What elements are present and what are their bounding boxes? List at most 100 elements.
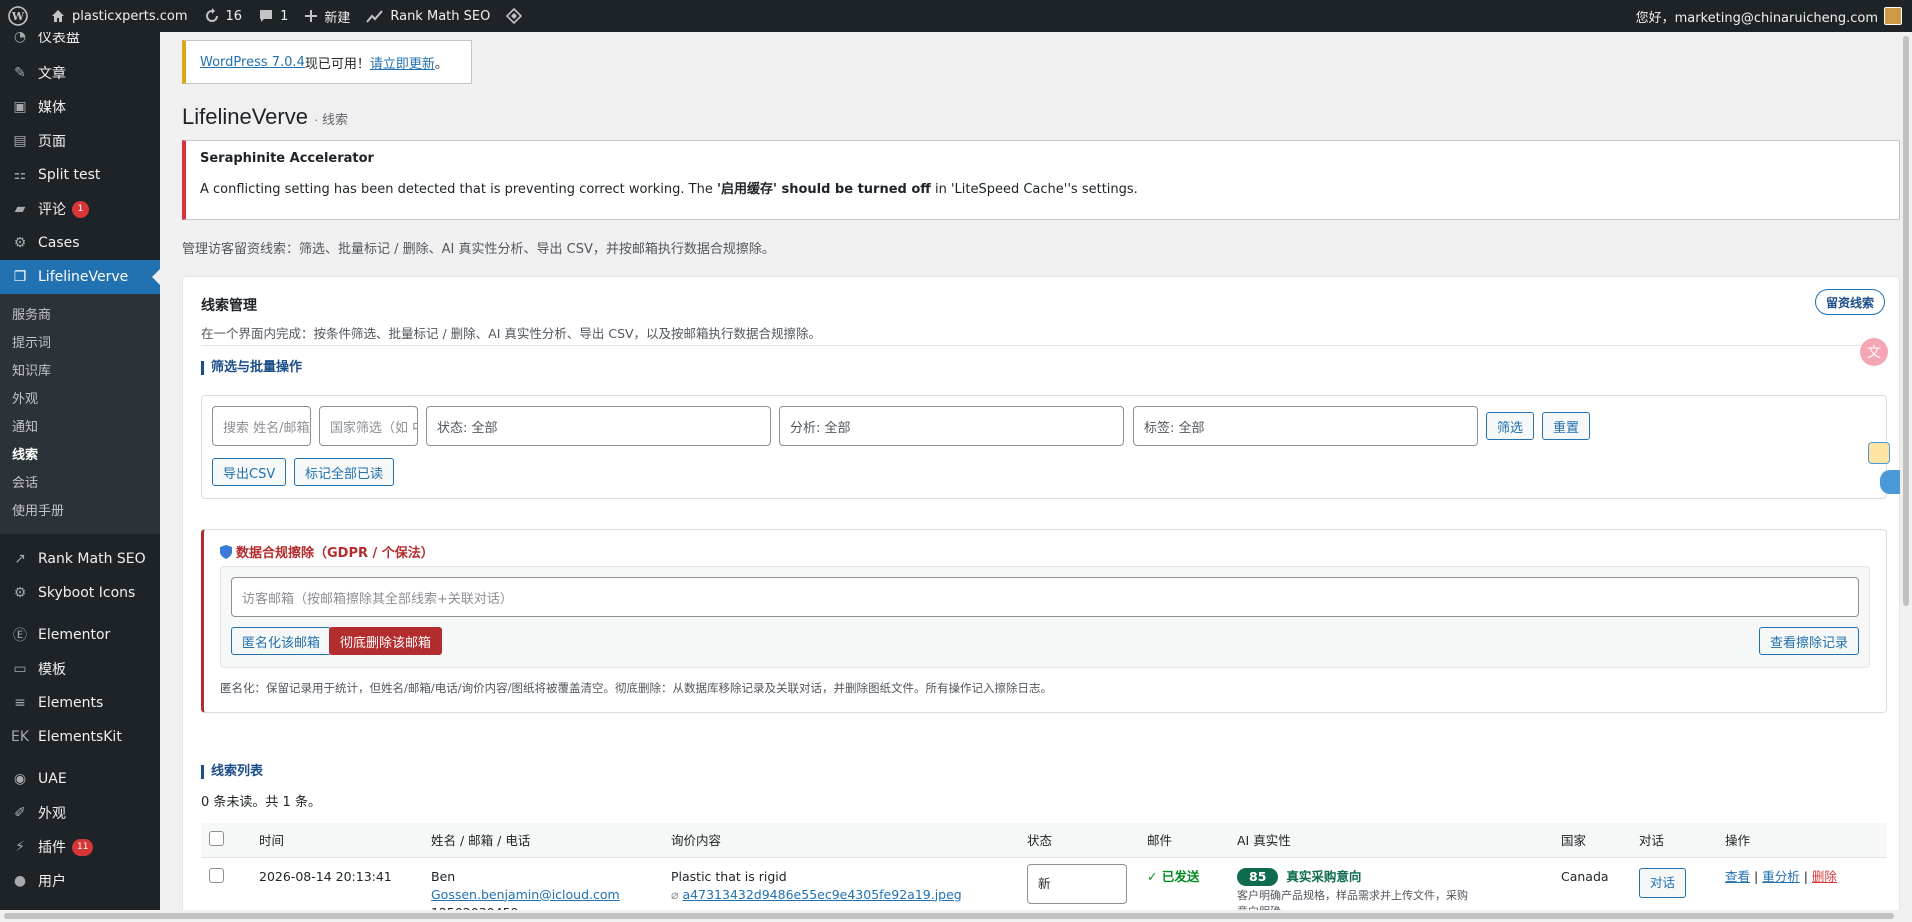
sidebar-item-lifelineverve[interactable]: ❐ LifelineVerve <box>0 260 160 294</box>
update-now-link[interactable]: 请立即更新 <box>370 53 435 72</box>
col-country: 国家 <box>1553 823 1631 858</box>
site-name-label: plasticxperts.com <box>72 8 188 24</box>
sidebar-item-label: Skyboot Icons <box>38 585 136 601</box>
sidebar-item-cases[interactable]: ⚙ Cases <box>0 226 160 260</box>
translate-icon[interactable]: 文 <box>1860 338 1888 366</box>
submenu-item-notifications[interactable]: 通知 <box>0 414 160 442</box>
erasure-log-button[interactable]: 查看擦除记录 <box>1758 627 1859 655</box>
gdpr-title-text: 数据合规擦除（GDPR / 个保法） <box>236 546 434 561</box>
wordpress-version-link[interactable]: WordPress 7.0.4 <box>200 55 305 70</box>
plus-icon <box>305 10 318 22</box>
reset-button[interactable]: 重置 <box>1542 412 1590 440</box>
export-csv-button[interactable]: 导出CSV <box>212 458 287 486</box>
rank-math-icon: ↗ <box>14 551 26 567</box>
sidebar-item-media[interactable]: ▣ 媒体 <box>0 90 160 124</box>
analysis-select[interactable]: 分析: 全部 <box>779 406 1124 446</box>
view-link[interactable]: 查看 <box>1725 869 1750 884</box>
submenu-item-providers[interactable]: 服务商 <box>0 302 160 330</box>
gdpr-email-input[interactable]: 访客邮箱（按邮箱擦除其全部线索+关联对话） <box>231 577 1859 617</box>
account-menu[interactable]: 您好，marketing@chinaruicheng.com <box>1636 7 1912 26</box>
row-attachment[interactable]: ⌀ a47313432d9486e55ec9e4305fe92a19.jpeg <box>671 886 1011 904</box>
gdpr-form: 访客邮箱（按邮箱擦除其全部线索+关联对话） 匿名化该邮箱 彻底删除该邮箱 查看擦… <box>220 566 1870 668</box>
page-icon: ▤ <box>13 133 27 149</box>
tag-select[interactable]: 标签: 全部 <box>1133 406 1478 446</box>
rank-math-icon <box>366 10 384 23</box>
diamond-menu[interactable] <box>498 0 536 32</box>
sidebar-item-users[interactable]: ● 用户 <box>0 864 160 898</box>
sidebar-item-label: Rank Math SEO <box>38 551 146 567</box>
plugin-icon: ⚡ <box>15 839 25 855</box>
card-divider <box>201 345 1885 346</box>
status-select[interactable]: 状态: 全部 <box>426 406 771 446</box>
svg-text:W: W <box>11 10 25 23</box>
avatar <box>1884 7 1902 25</box>
sidebar-item-label: Cases <box>38 235 80 251</box>
pin-icon: ✎ <box>14 65 26 81</box>
sidebar-item-comments[interactable]: ▰ 评论 1 <box>0 192 160 226</box>
sidebar-item-elementskit[interactable]: ЕK ElementsKit <box>0 720 160 754</box>
horizontal-scroll-thumb[interactable] <box>4 913 1894 919</box>
row-chat-button[interactable]: 对话 <box>1639 867 1687 898</box>
sidebar-item-label: Elements <box>38 695 104 711</box>
submenu-item-prompts[interactable]: 提示词 <box>0 330 160 358</box>
submenu-item-manual[interactable]: 使用手册 <box>0 498 160 526</box>
card-title: 线索管理 <box>201 298 257 314</box>
sidebar-item-label: 模板 <box>38 662 66 678</box>
sidebar-item-posts[interactable]: ✎ 文章 <box>0 56 160 90</box>
updates-link[interactable]: 16 <box>196 0 251 32</box>
row-name: Ben <box>431 868 456 884</box>
new-content-link[interactable]: 新建 <box>296 0 358 32</box>
sidebar-item-skyboot-icons[interactable]: ⚙ Skyboot Icons <box>0 576 160 610</box>
anonymize-button[interactable]: 匿名化该邮箱 <box>231 627 332 655</box>
vertical-scrollbar[interactable] <box>1900 32 1912 922</box>
wordpress-logo[interactable]: W <box>0 0 42 32</box>
delete-link[interactable]: 删除 <box>1812 869 1837 884</box>
assistant-icon[interactable] <box>1868 442 1890 464</box>
mark-all-read-button[interactable]: 标记全部已读 <box>294 458 395 486</box>
row-email-link[interactable]: Gossen.benjamin@icloud.com <box>431 887 620 902</box>
sidebar-item-pages[interactable]: ▤ 页面 <box>0 124 160 158</box>
sidebar-item-rank-math[interactable]: ↗ Rank Math SEO <box>0 542 160 576</box>
dashboard-icon: ◔ <box>13 32 27 45</box>
comments-count: 1 <box>280 8 289 24</box>
page-title: LifelineVerve · 线索 <box>182 104 348 130</box>
select-all-checkbox[interactable] <box>209 830 224 846</box>
vertical-scroll-thumb[interactable] <box>1903 36 1909 606</box>
search-input[interactable]: 搜索 姓名/邮箱/电话 <box>212 406 311 446</box>
sidebar-item-plugins[interactable]: ⚡ 插件 11 <box>0 830 160 864</box>
reanalyze-link[interactable]: 重分析 <box>1762 869 1800 884</box>
comments-link[interactable]: 1 <box>250 0 296 32</box>
submenu-item-leads[interactable]: 线索 <box>0 442 160 470</box>
submenu-item-sessions[interactable]: 会话 <box>0 470 160 498</box>
sidebar-item-uae[interactable]: ◉ UAE <box>0 762 160 796</box>
submenu-item-appearance[interactable]: 外观 <box>0 386 160 414</box>
sidebar-item-appearance[interactable]: ✐ 外观 <box>0 796 160 830</box>
shield-icon <box>220 544 232 559</box>
attachment-link[interactable]: a47313432d9486e55ec9e4305fe92a19.jpeg <box>683 887 962 902</box>
rank-math-link[interactable]: Rank Math SEO <box>358 0 498 32</box>
brush-icon: ✐ <box>14 805 26 821</box>
filter-button[interactable]: 筛选 <box>1486 412 1534 440</box>
sidebar-item-dashboard[interactable]: ◔ 仪表盘 <box>0 32 160 48</box>
country-input[interactable]: 国家筛选（如 中国） <box>319 406 418 446</box>
sidebar-item-elementor[interactable]: Ⓔ Elementor <box>0 618 160 652</box>
elementskit-icon: ЕK <box>10 729 30 745</box>
sidebar-item-elements[interactable]: ≡ Elements <box>0 686 160 720</box>
sidebar-item-label: 文章 <box>38 66 66 82</box>
row-checkbox[interactable] <box>209 867 224 883</box>
horizontal-scrollbar[interactable] <box>0 910 1900 922</box>
action-separator: | <box>1803 868 1808 884</box>
delete-email-button[interactable]: 彻底删除该邮箱 <box>329 627 443 655</box>
comment-icon: ▰ <box>14 201 26 217</box>
sidebar-item-split-test[interactable]: ⚏ Split test <box>0 158 160 192</box>
row-status-select[interactable]: 新 <box>1027 863 1127 904</box>
submenu-item-knowledge[interactable]: 知识库 <box>0 358 160 386</box>
filter-panel: 搜索 姓名/邮箱/电话 国家筛选（如 中国） 状态: 全部 分析: 全部 标签:… <box>201 395 1887 499</box>
split-test-icon: ⚏ <box>13 167 27 183</box>
side-tab-icon[interactable] <box>1880 470 1900 494</box>
leads-pill-button[interactable]: 留资线索 <box>1814 289 1885 315</box>
lead-management-card: 线索管理 在一个界面内完成：按条件筛选、批量标记 / 删除、AI 真实性分析、导… <box>182 276 1900 922</box>
site-name[interactable]: plasticxperts.com <box>42 0 196 32</box>
comment-icon <box>260 10 273 22</box>
sidebar-item-templates[interactable]: ▭ 模板 <box>0 652 160 686</box>
